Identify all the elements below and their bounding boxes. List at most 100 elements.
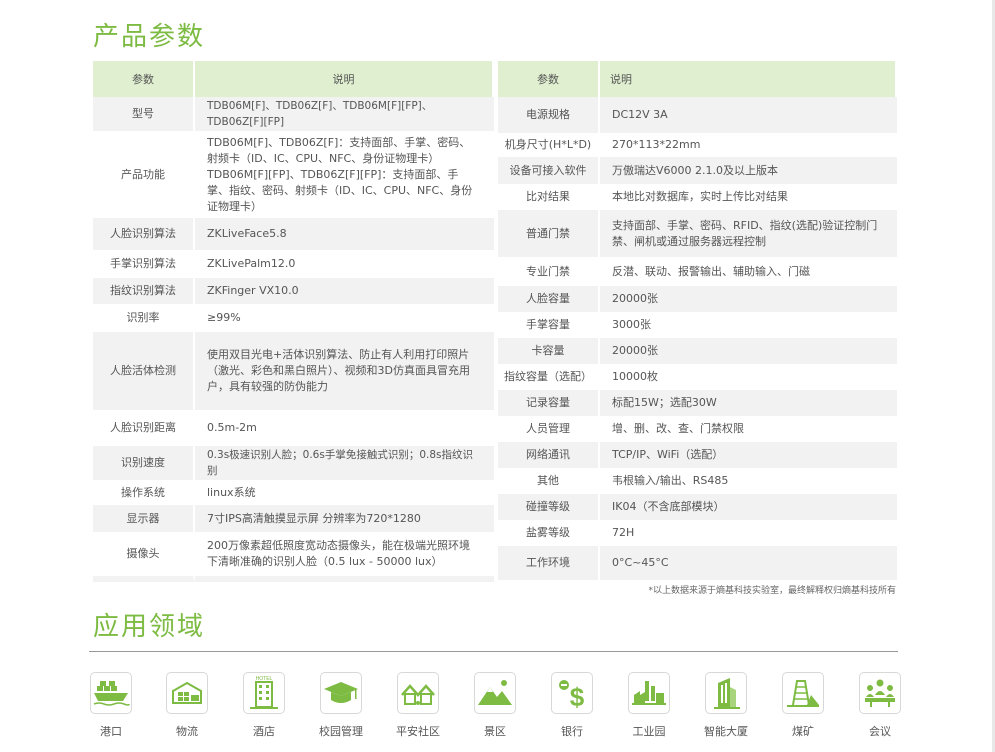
param-key: 记录容量 (498, 390, 600, 416)
column-header-param: 参数 (93, 61, 195, 97)
param-value: 0°C~45°C (600, 546, 897, 580)
param-key: 显示器 (93, 505, 195, 532)
section-divider (89, 651, 898, 652)
param-value: IK04（不含底部模块） (600, 494, 897, 520)
param-key: 人脸识别距离 (93, 410, 195, 446)
param-value: TCP/IP、WiFi（选配） (600, 442, 897, 468)
app-label: 平安社区 (396, 725, 440, 738)
param-key: 比对结果 (498, 184, 600, 210)
table-row: 普通门禁 支持面部、手掌、密码、RFID、指纹(选配)验证控制门禁、闸机或通过服务… (498, 210, 897, 257)
table-row: 网络通讯 TCP/IP、WiFi（选配） (498, 442, 897, 468)
app-item-scenic: 景区 (465, 672, 525, 739)
app-label: 会议 (869, 725, 891, 738)
app-label: 工业园 (632, 725, 666, 738)
table-row: 手掌识别算法 ZKLivePalm12.0 (93, 250, 494, 278)
table-row: 专业门禁 反潜、联动、报警输出、辅助输入、门磁 (498, 257, 897, 286)
app-item-logistics: 物流 (157, 672, 217, 739)
app-label: 银行 (561, 725, 583, 738)
params-section-title: 产品参数 (93, 22, 206, 52)
param-key: 人脸容量 (498, 286, 600, 312)
table-row: 其他 韦根输入/输出、RS485 (498, 468, 897, 494)
svg-text:$: $ (570, 682, 585, 712)
column-header-desc: 说明 (600, 61, 897, 97)
table-row: 人脸识别算法 ZKLiveFace5.8 (93, 218, 494, 250)
scenic-mountain-icon (474, 672, 516, 714)
param-value: TDB06M[F]、TDB06Z[F]、TDB06M[F][FP]、TDB06Z… (195, 97, 494, 131)
app-item-smart-building: 智能大厦 (696, 672, 756, 739)
table-row: 操作系统 linux系统 (93, 480, 494, 505)
param-value: 20000张 (600, 286, 897, 312)
factory-icon (628, 672, 670, 714)
param-key: 产品功能 (93, 131, 195, 218)
param-key: 专业门禁 (498, 257, 600, 286)
app-label: 景区 (484, 725, 506, 738)
param-value: ZKFinger VX10.0 (195, 278, 494, 304)
param-value: 72H (612, 526, 635, 539)
param-key: 普通门禁 (498, 210, 600, 257)
table-row: 机身尺寸(H*L*D) 270*113*22mm (498, 133, 897, 157)
param-value: linux系统 (207, 485, 256, 499)
param-value: TDB06M[F]、TDB06Z[F]：支持面部、手掌、密码、射频卡（ID、IC… (207, 135, 473, 213)
param-value: 本地比对数据库，实时上传比对结果 (612, 190, 788, 203)
param-value: 10000枚 (612, 370, 658, 383)
param-value: DC12V 3A (600, 97, 897, 133)
param-key: 指纹容量（选配） (498, 364, 600, 390)
table-row: 识别速度 0.3s极速识别人脸；0.6s手掌免接触式识别；0.8s指纹识别 (93, 446, 494, 480)
param-key: 型号 (93, 97, 195, 131)
app-item-coal-mine: 煤矿 (773, 672, 833, 739)
table-row: 人脸容量 20000张 (498, 286, 897, 312)
param-value: 270*113*22mm (612, 138, 701, 151)
right-params-table: 参数 说明 电源规格 DC12V 3A 机身尺寸(H*L*D) 270*113*22… (498, 61, 897, 580)
table-row: 盐雾等级 72H (498, 520, 897, 546)
param-key: 人员管理 (498, 416, 600, 442)
coal-mine-icon (782, 672, 824, 714)
param-key: 电源规格 (498, 97, 600, 133)
table-row: 碰撞等级 IK04（不含底部模块） (498, 494, 897, 520)
applications-row: 港口 物流 HOTEL 酒店 校园管理 平安社区 景区 $ 银行 工业园 智能大… (89, 672, 901, 744)
param-key: 人脸识别算法 (93, 218, 195, 250)
table-row: 指纹识别算法 ZKFinger VX10.0 (93, 278, 494, 304)
table-row: 工作环境 0°C~45°C (498, 546, 897, 580)
param-value: 200万像素超低照度宽动态摄像头，能在极端光照环境下清晰准确的识别人脸（0.5 … (195, 532, 494, 582)
table-row: 记录容量 标配15W；选配30W (498, 390, 897, 416)
param-key: 碰撞等级 (498, 494, 600, 520)
table-row: 识别率 ≥99% (93, 304, 494, 332)
left-params-table: 参数 说明 型号 TDB06M[F]、TDB06Z[F]、TDB06M[F][FP… (93, 61, 494, 582)
table-header-row: 参数 说明 (498, 61, 897, 97)
table-row: 设备可接入软件 万傲瑞达V6000 2.1.0及以上版本 (498, 157, 897, 184)
param-key: 人脸活体检测 (93, 332, 195, 410)
param-value: 0.3s极速识别人脸；0.6s手掌免接触式识别；0.8s指纹识别 (195, 446, 494, 480)
table-row: 显示器 7寸IPS高清触摸显示屏 分辨率为720*1280 (93, 505, 494, 532)
param-key: 指纹识别算法 (93, 278, 195, 304)
param-value: 20000张 (600, 338, 897, 364)
param-value: 万傲瑞达V6000 2.1.0及以上版本 (600, 157, 897, 184)
param-key: 识别速度 (93, 446, 195, 480)
param-key: 手掌容量 (498, 312, 600, 338)
logistics-icon (166, 672, 208, 714)
param-value: 7寸IPS高清触摸显示屏 分辨率为720*1280 (195, 505, 494, 532)
param-value: 0.5m-2m (207, 421, 257, 434)
table-row: 人脸识别距离 0.5m-2m (93, 410, 494, 446)
table-row: 型号 TDB06M[F]、TDB06Z[F]、TDB06M[F][FP]、TDB0… (93, 97, 494, 131)
table-row: 电源规格 DC12V 3A (498, 97, 897, 133)
app-label: 酒店 (253, 725, 275, 738)
bank-dollar-icon: $ (551, 672, 593, 714)
app-item-meeting: 会议 (850, 672, 910, 739)
app-item-port: 港口 (81, 672, 141, 739)
table-row: 人员管理 增、删、改、查、门禁权限 (498, 416, 897, 442)
community-icon (397, 672, 439, 714)
app-label: 智能大厦 (704, 725, 748, 738)
param-value: 3000张 (612, 318, 651, 331)
param-key: 摄像头 (93, 532, 195, 582)
app-item-industrial-park: 工业园 (619, 672, 679, 739)
param-value: 反潜、联动、报警输出、辅助输入、门磁 (612, 264, 810, 278)
table-row: 产品功能 TDB06M[F]、TDB06Z[F]：支持面部、手掌、密码、射频卡（I… (93, 131, 494, 218)
graduation-cap-icon (320, 672, 362, 714)
param-key: 设备可接入软件 (498, 157, 600, 184)
column-header-desc: 说明 (195, 61, 494, 97)
param-key: 网络通讯 (498, 442, 600, 468)
data-source-footnote: *以上数据来源于熵基科技实验室，最终解释权归熵基科技所有 (648, 586, 896, 596)
param-value: ≥99% (207, 311, 241, 324)
app-label: 校园管理 (319, 725, 363, 738)
param-value: ZKLiveFace5.8 (195, 218, 494, 250)
